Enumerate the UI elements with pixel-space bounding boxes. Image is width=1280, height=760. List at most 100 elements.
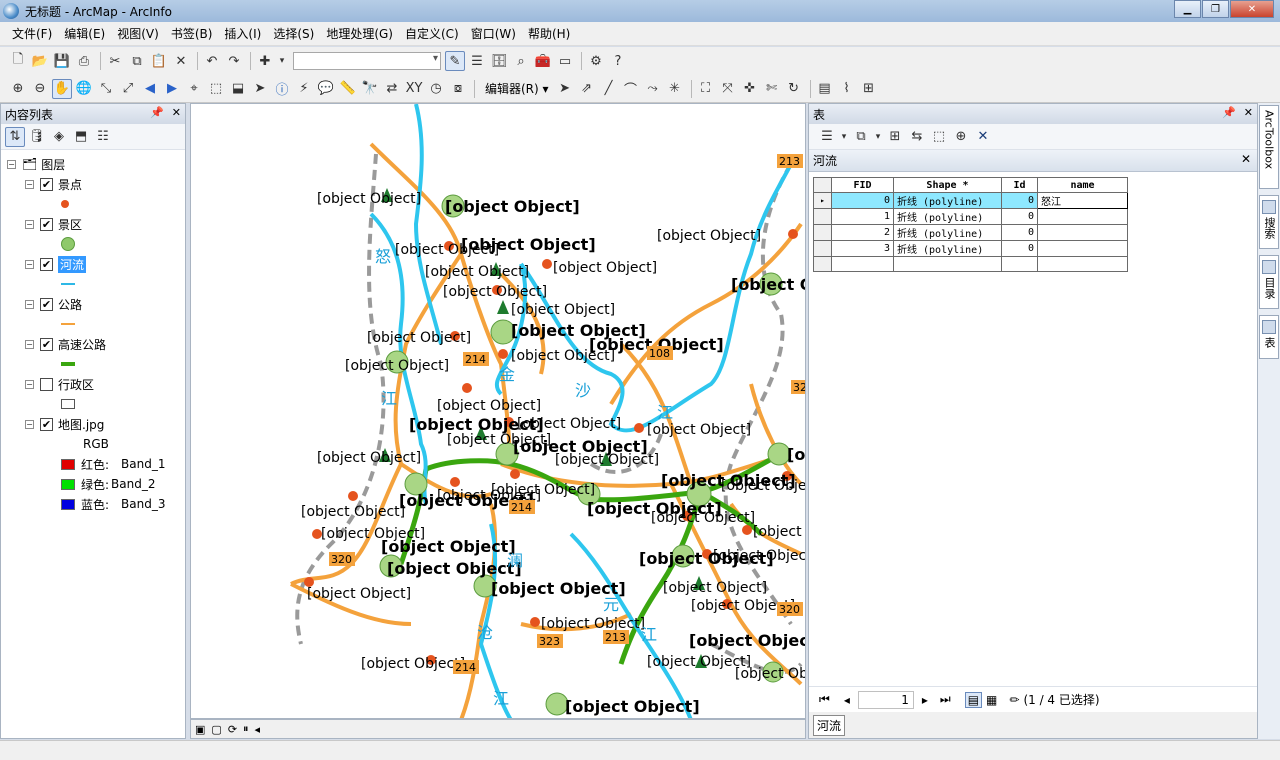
hyperlink-icon[interactable]: ⚡ [294, 79, 314, 99]
data-view-icon[interactable]: ▣ [195, 723, 205, 736]
list-by-selection-icon[interactable]: ⬒ [71, 127, 91, 147]
add-data-icon[interactable]: ✚ [255, 51, 275, 71]
cut-icon[interactable]: ✂ [105, 51, 125, 71]
record-number-input[interactable]: 1 [857, 690, 914, 709]
table-cell[interactable] [893, 256, 1002, 272]
table-cell[interactable]: 2 [831, 224, 894, 241]
undo-icon[interactable]: ↶ [202, 51, 222, 71]
table-cell[interactable]: 1 [831, 208, 894, 225]
layer-visibility-checkbox[interactable]: ✔ [40, 177, 53, 191]
list-by-source-icon[interactable]: 🛢 [27, 127, 47, 147]
layer-label[interactable]: 公路 [58, 296, 82, 313]
layer-row-scenic-points[interactable]: − ✔ 景点 [7, 174, 185, 194]
row-selector[interactable] [813, 224, 832, 241]
forward-extent-icon[interactable]: ▶ [162, 79, 182, 99]
menu-bookmarks[interactable]: 书签(B) [165, 24, 219, 44]
collapse-icon[interactable]: − [25, 339, 34, 349]
layer-row-roads[interactable]: − ✔ 公路 [7, 294, 185, 314]
rotate-icon[interactable]: ↻ [784, 79, 804, 99]
point-icon[interactable]: ✳ [665, 79, 685, 99]
table-cell[interactable]: 折线 (polyline) [893, 208, 1002, 225]
select-by-attributes-icon[interactable]: ⊞ [885, 127, 905, 147]
table-row[interactable]: 1 折线 (polyline) 0 [813, 208, 1128, 225]
show-all-records-icon[interactable]: ▤ [964, 691, 983, 708]
arctoolbox-icon[interactable]: 🧰 [533, 51, 553, 71]
collapse-icon[interactable]: − [7, 159, 16, 169]
menu-customize[interactable]: 自定义(C) [399, 24, 465, 44]
full-extent-icon[interactable]: 🌐 [74, 79, 94, 99]
table-cell[interactable]: 0 [1001, 240, 1038, 257]
pan-icon[interactable]: ✋ [52, 78, 72, 99]
table-cell[interactable]: 3 [831, 240, 894, 257]
map-canvas[interactable]: [object Object] [object Object] [object … [191, 104, 806, 719]
close-icon[interactable]: ✕ [172, 106, 181, 119]
table-tab[interactable]: 河流 [813, 714, 846, 736]
legend-symbol[interactable] [7, 274, 185, 294]
identify-icon[interactable]: ⓘ [272, 79, 292, 99]
layer-row-admin[interactable]: − 行政区 [7, 374, 185, 394]
show-selected-records-icon[interactable]: ▦ [986, 693, 997, 707]
table-cell[interactable]: 0 [1001, 224, 1038, 241]
find-icon[interactable]: 🔭 [360, 79, 380, 99]
list-by-visibility-icon[interactable]: ◈ [49, 127, 69, 147]
close-icon[interactable]: ✕ [1241, 152, 1251, 166]
legend-symbol[interactable] [7, 314, 185, 334]
paste-icon[interactable]: 📋 [149, 51, 169, 71]
collapse-icon[interactable]: − [25, 379, 34, 389]
close-icon[interactable]: ✕ [1244, 106, 1253, 119]
close-button[interactable]: ✕ [1230, 0, 1274, 18]
table-cell[interactable]: 折线 (polyline) [893, 240, 1002, 257]
fixed-zoom-out-icon[interactable]: ⤢ [118, 79, 138, 99]
select-features-icon[interactable]: ⬚ [206, 79, 226, 99]
time-slider-icon[interactable]: ◷ [426, 79, 446, 99]
layer-visibility-checkbox[interactable]: ✔ [40, 217, 53, 231]
refresh-icon[interactable]: ⟳ [228, 723, 237, 736]
table-of-contents-icon[interactable]: ☰ [467, 51, 487, 71]
catalog-icon[interactable]: 🗄 [489, 51, 509, 71]
go-to-xy-coordinates-icon[interactable]: XY [404, 79, 424, 99]
dropdown-arrow-icon[interactable]: ▾ [839, 127, 849, 147]
split-icon[interactable]: ✜ [740, 79, 760, 99]
table-cell[interactable] [1037, 224, 1128, 241]
menu-view[interactable]: 视图(V) [111, 24, 165, 44]
edit-annotation-icon[interactable]: ⇗ [577, 79, 597, 99]
layer-visibility-checkbox[interactable]: ✔ [40, 297, 53, 311]
collapse-icon[interactable]: − [25, 419, 34, 429]
layer-label[interactable]: 景点 [58, 176, 82, 193]
layer-label[interactable]: 行政区 [58, 376, 94, 393]
zoom-out-icon[interactable]: ⊖ [30, 79, 50, 99]
create-viewer-icon[interactable]: ⧇ [448, 79, 468, 99]
row-pointer-icon[interactable]: ▸ [813, 192, 832, 209]
dropdown-arrow-icon[interactable]: ▾ [873, 127, 883, 147]
arc-segment-icon[interactable]: ⌒ [621, 79, 641, 99]
column-header[interactable]: Shape * [893, 177, 1002, 193]
row-selector[interactable] [813, 256, 832, 272]
print-icon[interactable]: ⎙ [74, 51, 94, 71]
zoom-in-icon[interactable]: ⊕ [8, 79, 28, 99]
list-by-drawing-order-icon[interactable]: ⇅ [5, 126, 25, 147]
table-row[interactable]: 3 折线 (polyline) 0 [813, 240, 1128, 257]
scale-combo[interactable] [293, 52, 441, 70]
table-row[interactable]: 2 折线 (polyline) 0 [813, 224, 1128, 241]
sketch-properties-icon[interactable]: ⌇ [837, 79, 857, 99]
legend-symbol[interactable] [7, 394, 185, 414]
minimize-button[interactable]: ▁ [1174, 0, 1201, 18]
scroll-left-icon[interactable]: ◂ [255, 723, 261, 736]
create-features-icon[interactable]: ⊞ [859, 79, 879, 99]
legend-symbol[interactable] [7, 234, 185, 254]
first-record-icon[interactable]: ⏮ [819, 692, 830, 707]
fixed-zoom-in-icon[interactable]: ⤡ [96, 79, 116, 99]
open-folder-icon[interactable]: 📂 [30, 51, 50, 71]
collapse-icon[interactable]: − [25, 259, 34, 269]
last-record-icon[interactable]: ⏭ [940, 692, 951, 707]
zoom-to-selected-icon[interactable]: ⊕ [951, 127, 971, 147]
attributes-icon[interactable]: ▤ [815, 79, 835, 99]
copy-icon[interactable]: ⧉ [127, 51, 147, 71]
previous-record-icon[interactable]: ◂ [844, 693, 850, 707]
menu-insert[interactable]: 插入(I) [218, 24, 267, 44]
layer-visibility-checkbox[interactable]: ✔ [40, 257, 53, 271]
save-icon[interactable]: 💾 [52, 51, 72, 71]
collapse-icon[interactable]: − [25, 219, 34, 229]
related-tables-icon[interactable]: ⧉ [851, 127, 871, 147]
table-cell[interactable]: 0 [831, 192, 894, 209]
